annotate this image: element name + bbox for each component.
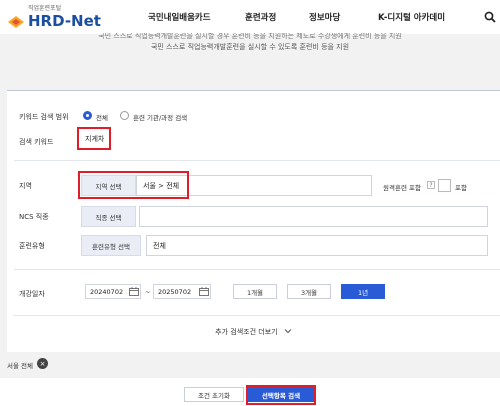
scope-radio-all-label[interactable]: 전체 — [96, 112, 108, 122]
intro-text-line1: 국민 스스로 직업능력개발훈련을 실시할 경우 훈련비 등을 지원하는 제도로 … — [98, 33, 402, 40]
scope-radio-institution-label[interactable]: 훈련 기관/과정 검색 — [133, 112, 187, 122]
chip-label: 서울 전체 — [7, 362, 33, 370]
period-1month-button[interactable]: 1개월 — [233, 284, 277, 299]
apply-search-button[interactable]: 선택항목 검색 — [248, 387, 314, 402]
region-value-field[interactable]: 서울 > 전체 — [136, 175, 372, 196]
reset-conditions-button[interactable]: 조건 초기화 — [184, 387, 244, 402]
nav-item-courses[interactable]: 훈련과정 — [245, 11, 276, 23]
more-conditions-label: 추가 검색조건 더보기 — [215, 328, 278, 336]
hrd-net-logo[interactable]: 직업훈련포털 HRD-Net — [6, 3, 116, 31]
scope-radio-institution[interactable] — [120, 111, 129, 120]
nav-item-kdigital[interactable]: K-디지털 아카데미 — [378, 11, 445, 23]
selected-filter-chip: 서울 전체 × — [7, 358, 48, 370]
calendar-icon[interactable] — [199, 287, 209, 296]
ncs-label: NCS 직종 — [19, 213, 49, 221]
calendar-icon[interactable] — [129, 287, 139, 296]
remote-include-checkbox[interactable] — [438, 179, 451, 192]
keyword-label: 검색 키워드 — [19, 138, 54, 146]
training-type-value-field[interactable]: 전체 — [146, 235, 488, 256]
search-form-panel: 키워드 검색 범위 전체 훈련 기관/과정 검색 검색 키워드 지역 지역 선택… — [7, 90, 500, 352]
ncs-select-button[interactable]: 직종 선택 — [81, 206, 136, 227]
divider — [14, 315, 500, 316]
keyword-scope-label: 키워드 검색 범위 — [19, 113, 69, 121]
region-label: 지역 — [19, 182, 32, 190]
chip-remove-icon[interactable]: × — [37, 358, 48, 369]
region-value: 서울 > 전체 — [143, 181, 180, 190]
more-conditions-toggle[interactable]: 추가 검색조건 더보기 — [7, 327, 500, 337]
training-type-label: 훈련유형 — [19, 242, 45, 250]
intro-text-line2: 국민 스스로 직업능력개발훈련을 실시할 수 있도록 훈련비 등을 지원 — [150, 43, 350, 51]
logo-mark-icon — [8, 16, 24, 28]
start-date-label: 개강일자 — [19, 290, 45, 298]
training-type-value: 전체 — [153, 241, 166, 250]
keyword-input[interactable] — [85, 134, 109, 143]
remote-training-label: 원격훈련 포함 — [383, 184, 421, 192]
divider — [14, 160, 500, 161]
top-header: 직업훈련포털 HRD-Net 국민내일배움카드 훈련과정 정보마당 K-디지털 … — [0, 0, 500, 34]
region-select-button[interactable]: 지역 선택 — [81, 175, 136, 196]
remote-help-icon[interactable]: ? — [427, 181, 435, 189]
keyword-input-wrap[interactable] — [79, 129, 109, 148]
date-to-value: 20250702 — [158, 287, 192, 296]
search-icon[interactable] — [484, 11, 496, 23]
ncs-value-field[interactable] — [139, 206, 488, 227]
logo-text: HRD-Net — [28, 12, 101, 30]
date-from-value: 20240702 — [90, 287, 124, 296]
training-type-select-button[interactable]: 훈련유형 선택 — [81, 235, 141, 256]
nav-item-info[interactable]: 정보마당 — [309, 11, 340, 23]
logo-subtitle: 직업훈련포털 — [28, 5, 62, 12]
divider — [14, 269, 500, 270]
date-range-separator: ~ — [145, 288, 151, 296]
nav-item-card[interactable]: 국민내일배움카드 — [148, 11, 211, 23]
chevron-down-icon — [284, 329, 292, 334]
action-bar: 조건 초기화 선택항목 검색 — [0, 378, 500, 406]
remote-include-label: 포함 — [455, 184, 467, 192]
period-3month-button[interactable]: 3개월 — [287, 284, 331, 299]
scope-radio-all[interactable] — [83, 111, 92, 120]
period-1year-button[interactable]: 1년 — [341, 284, 385, 299]
